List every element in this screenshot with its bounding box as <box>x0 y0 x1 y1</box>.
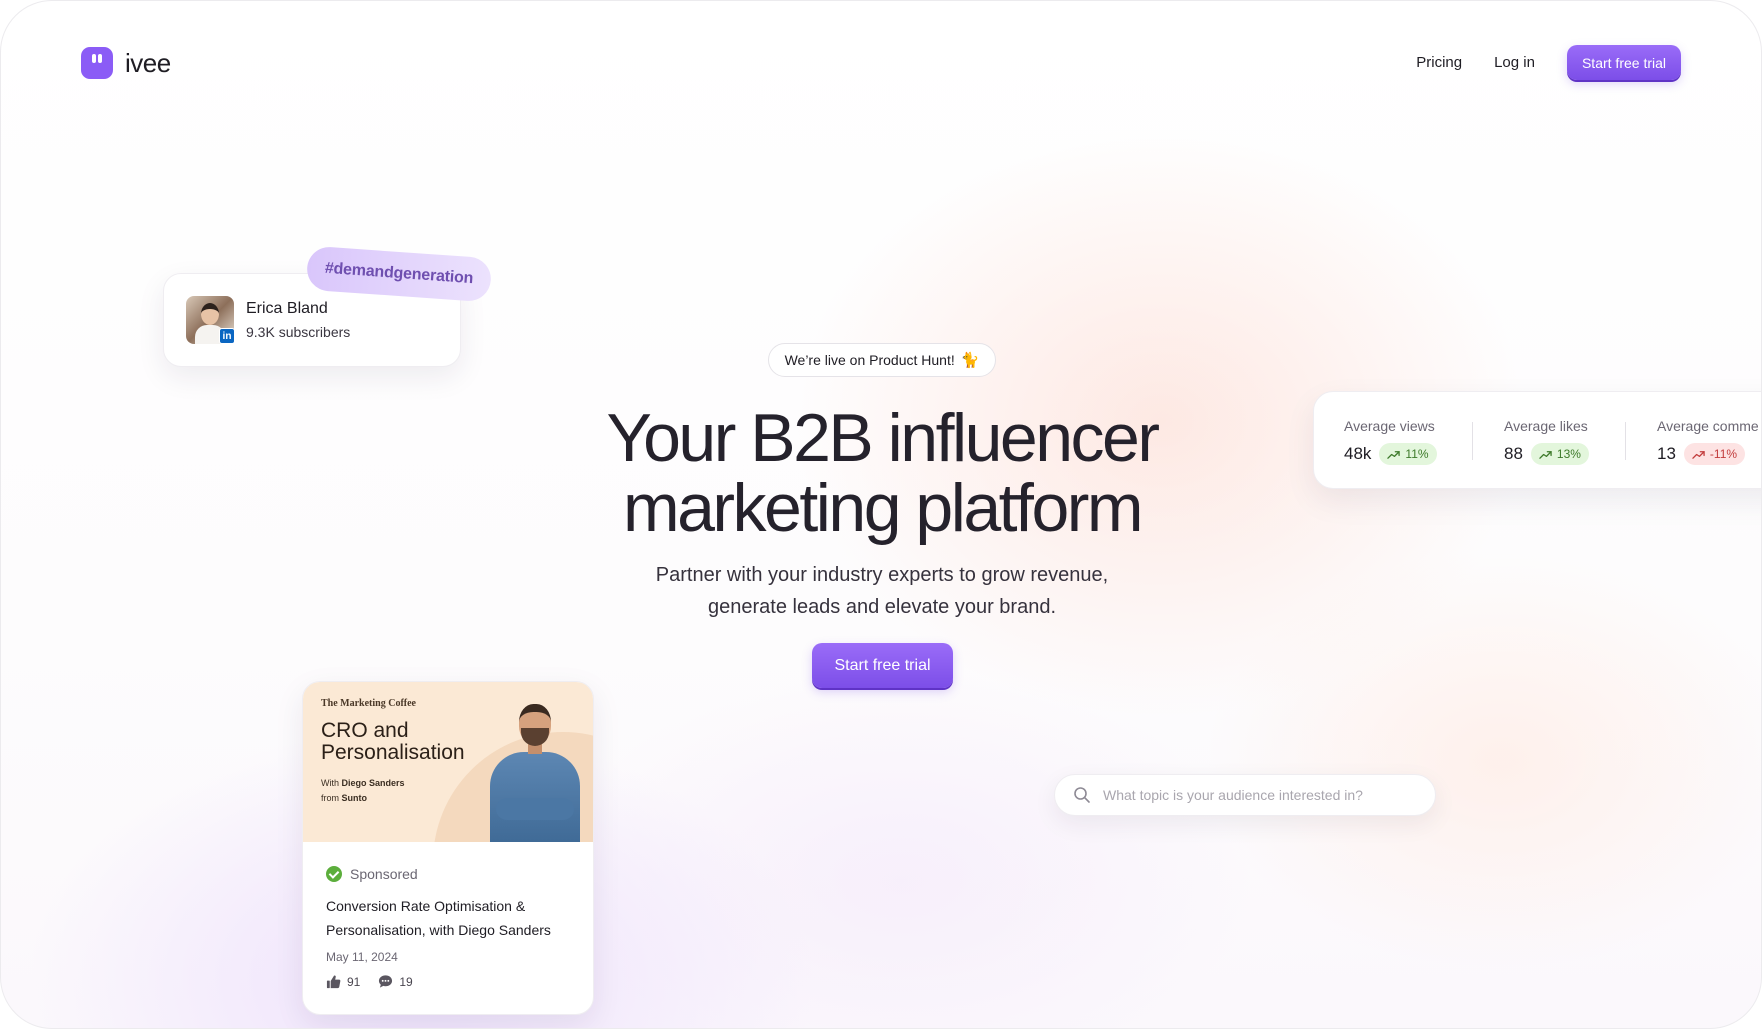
topic-search-input[interactable] <box>1103 787 1423 803</box>
stat-value: 88 <box>1504 444 1523 463</box>
likes-count: 91 <box>326 974 360 989</box>
stat-change-badge: -11% <box>1683 443 1746 465</box>
stat-divider <box>1625 422 1626 460</box>
product-hunt-badge-text: We’re live on Product Hunt! <box>784 352 955 368</box>
stat-average-comments: Average comme 13 -11% <box>1657 418 1759 465</box>
comment-icon <box>379 975 393 988</box>
hero-title-line-2: marketing platform <box>622 470 1144 546</box>
thumbs-up-icon <box>326 975 341 989</box>
post-body: Sponsored Conversion Rate Optimisation &… <box>326 866 576 989</box>
post-metrics: 91 19 <box>326 974 576 989</box>
stat-change-badge: 13% <box>1530 443 1589 465</box>
comments-count: 19 <box>378 974 413 989</box>
nav-pricing-link[interactable]: Pricing <box>1416 54 1462 71</box>
trend-up-icon <box>1387 450 1401 459</box>
speaker-portrait <box>488 700 582 842</box>
trend-up-icon <box>1539 450 1552 459</box>
stat-average-views: Average views 48k 11% <box>1344 418 1437 465</box>
stat-label: Average comme <box>1657 418 1759 434</box>
profile-name: Erica Bland <box>246 300 328 317</box>
post-title: Conversion Rate Optimisation & Personali… <box>326 898 551 938</box>
stat-value: 13 <box>1657 444 1676 463</box>
stat-value: 48k <box>1344 444 1372 463</box>
linkedin-icon: in <box>219 328 235 344</box>
trend-icon <box>1692 450 1705 459</box>
hero-subtitle: Partner with your industry experts to gr… <box>582 559 1182 623</box>
hero-title-line-1: Your B2B influencer <box>606 400 1160 476</box>
sponsored-post-card[interactable]: The Marketing Coffee CRO and Personalisa… <box>302 681 594 1015</box>
stat-label: Average likes <box>1504 418 1588 434</box>
logo-text: ivee <box>125 47 171 78</box>
stat-divider <box>1472 422 1473 460</box>
search-icon <box>1074 787 1090 803</box>
hero-subtitle-line-1: Partner with your industry experts to gr… <box>655 564 1109 586</box>
cat-icon: 🐈 <box>960 351 980 369</box>
logo-mark-icon <box>81 47 113 79</box>
sponsored-label: Sponsored <box>326 866 576 882</box>
hero-start-trial-button[interactable]: Start free trial <box>812 643 953 688</box>
stat-change-badge: 11% <box>1379 443 1437 465</box>
stat-average-likes: Average likes 88 13% <box>1504 418 1589 465</box>
thumbnail-byline: With Diego Sanders from Sunto <box>321 778 405 803</box>
post-date: May 11, 2024 <box>326 950 398 964</box>
profile-subscribers: 9.3K subscribers <box>246 324 351 340</box>
top-nav: Pricing Log in Start free trial <box>1416 45 1681 80</box>
thumbnail-title: CRO and Personalisation <box>321 719 465 764</box>
stats-card: Average views 48k 11% Average likes 88 1… <box>1313 391 1761 489</box>
hero-subtitle-line-2: generate leads and elevate your brand. <box>707 596 1057 618</box>
nav-login-link[interactable]: Log in <box>1494 54 1535 71</box>
product-hunt-badge[interactable]: We’re live on Product Hunt! 🐈 <box>768 343 996 377</box>
hero-title: Your B2B influencer marketing platform <box>482 403 1282 543</box>
logo[interactable]: ivee <box>81 47 171 79</box>
page-frame: ivee Pricing Log in Start free trial in … <box>0 0 1762 1029</box>
thumbnail-brand: The Marketing Coffee <box>321 698 416 709</box>
topic-search-box[interactable] <box>1054 774 1436 816</box>
stat-label: Average views <box>1344 418 1435 434</box>
post-thumbnail: The Marketing Coffee CRO and Personalisa… <box>303 682 593 842</box>
nav-start-trial-button[interactable]: Start free trial <box>1566 45 1681 80</box>
verified-check-icon <box>326 866 342 882</box>
